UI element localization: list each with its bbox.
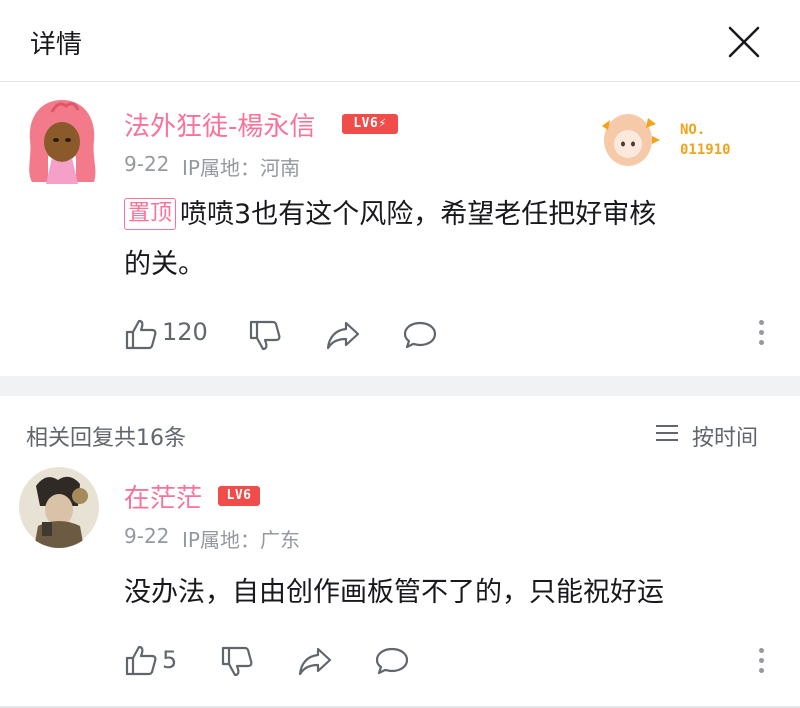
reply-username[interactable]: 在茫茫 [124, 478, 202, 515]
thumbs-down-icon [221, 646, 253, 677]
reply-text: 没办法，自由创作画板管不了的，只能祝好运 [124, 577, 664, 608]
main-comment-line-1: 置顶 喷喷3也有这个风险，希望老任把好审核 [124, 190, 774, 240]
page-title: 详情 [30, 30, 83, 60]
reply-like-count: 5 [162, 646, 178, 674]
sort-label: 按时间 [692, 426, 759, 451]
reply-like-button[interactable] [124, 644, 158, 676]
more-dot-icon [759, 330, 764, 335]
pinned-tag: 置顶 [124, 198, 177, 230]
comment-bubble-icon [403, 321, 437, 349]
header-bar: 详情 [0, 0, 800, 82]
reply-ip: IP属地：广东 [182, 528, 300, 552]
section-divider [0, 376, 800, 396]
reply-dislike-button[interactable] [220, 646, 254, 678]
main-comment-level-badge: LV6⚡ [342, 114, 398, 134]
main-reply-button[interactable] [402, 320, 438, 350]
close-icon [728, 26, 760, 58]
reply-more-button[interactable] [754, 646, 768, 676]
thumbs-up-icon [125, 319, 157, 350]
comment-bubble-icon [375, 647, 409, 675]
reply-level-badge: LV6 [218, 486, 260, 506]
main-comment-avatar[interactable] [22, 96, 102, 186]
more-dot-icon [759, 648, 764, 653]
fan-badge-number: NO. 011910 [680, 122, 731, 158]
main-more-button[interactable] [754, 318, 768, 348]
thumbs-up-icon [125, 645, 157, 676]
share-icon [326, 321, 360, 350]
main-share-button[interactable] [326, 320, 360, 350]
reply-reply-button[interactable] [374, 646, 410, 676]
close-button[interactable] [722, 20, 766, 64]
more-dot-icon [759, 668, 764, 673]
main-comment-text: 置顶 喷喷3也有这个风险，希望老任把好审核 的关。 [124, 190, 774, 290]
main-like-count: 120 [162, 318, 208, 346]
reply-avatar[interactable] [18, 466, 100, 548]
reply-date: 9-22 [124, 524, 170, 548]
main-like-button[interactable] [124, 318, 158, 350]
more-dot-icon [759, 320, 764, 325]
thumbs-down-icon [249, 320, 281, 351]
replies-count-label: 相关回复共16条 [26, 426, 186, 451]
main-dislike-button[interactable] [248, 320, 282, 352]
more-dot-icon [759, 340, 764, 345]
main-comment-username[interactable]: 法外狂徒-楊永信 [124, 106, 315, 143]
main-comment-date: 9-22 [124, 152, 170, 176]
main-comment-text-line1: 喷喷3也有这个风险，希望老任把好审核 [180, 199, 657, 230]
reply-share-button[interactable] [298, 646, 332, 676]
sort-lines-icon [656, 425, 678, 441]
main-comment-line-2: 的关。 [124, 249, 205, 280]
main-comment-ip: IP属地：河南 [182, 156, 300, 180]
share-icon [298, 647, 332, 676]
more-dot-icon [759, 658, 764, 663]
